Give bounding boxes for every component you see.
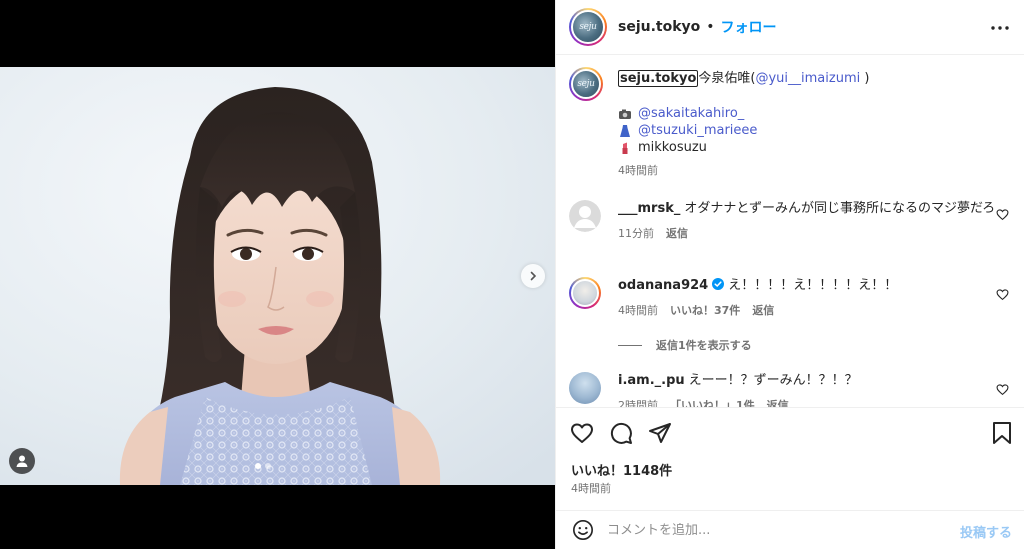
comment-likes[interactable]: いいね！37件 <box>670 302 740 320</box>
replies-divider <box>618 344 642 346</box>
lipstick-icon <box>622 142 628 154</box>
reply-button[interactable]: 返信 <box>767 397 789 407</box>
comment-time: 4時間前 <box>618 304 658 317</box>
author-username[interactable]: seju.tokyo <box>618 19 700 35</box>
more-options-button[interactable] <box>989 17 1011 39</box>
heart-icon <box>571 423 593 443</box>
like-button[interactable] <box>569 420 595 446</box>
comment-composer: 投稿する <box>556 510 1024 549</box>
caption-mention[interactable]: @yui__imaizumi <box>755 71 860 86</box>
default-avatar-icon <box>569 200 601 232</box>
caption-text-prefix: 今泉佑唯( <box>698 71 756 86</box>
credit-stylist[interactable]: @tsuzuki_marieee <box>638 122 757 139</box>
post-dialog: seju seju.tokyo • フォロー seju seju.tokyo 今泉… <box>0 0 1024 549</box>
commenter-avatar[interactable] <box>569 200 601 232</box>
author-avatar[interactable]: seju <box>569 8 607 46</box>
heart-icon[interactable] <box>996 208 1009 221</box>
header-separator: • <box>706 19 715 35</box>
caption: seju.tokyo 今泉佑唯(@yui__imaizumi ) @sakaita… <box>618 70 1008 180</box>
caption-text-suffix: ) <box>860 71 870 86</box>
credit-makeup: mikkosuzu <box>638 140 707 155</box>
post-header: seju seju.tokyo • フォロー <box>556 0 1024 55</box>
caption-avatar[interactable]: seju <box>569 67 603 101</box>
reply-button[interactable]: 返信 <box>752 302 774 320</box>
commenter-avatar[interactable] <box>569 277 601 309</box>
likes-count[interactable]: いいね！1148件 <box>571 460 672 479</box>
comment-time: 11分前 <box>618 227 654 240</box>
bookmark-icon <box>993 422 1011 444</box>
carousel-dot <box>265 463 271 469</box>
caption-time: 4時間前 <box>618 164 658 177</box>
comment-input[interactable] <box>607 522 947 538</box>
follow-button[interactable]: フォロー <box>721 17 777 37</box>
view-replies-label: 返信1件を表示する <box>656 339 752 352</box>
credit-photographer[interactable]: @sakaitakahiro_ <box>638 105 744 122</box>
comment-time: 2時間前 <box>618 399 658 407</box>
heart-icon[interactable] <box>996 288 1009 301</box>
comment-username[interactable]: i.am._.pu <box>618 373 685 388</box>
comment-text: オダナナとずーみんが同じ事務所になるのマジ夢だろ <box>684 201 996 216</box>
heart-icon[interactable] <box>996 383 1009 396</box>
smiley-icon <box>573 520 593 540</box>
media-viewer <box>0 0 555 549</box>
more-horizontal-icon <box>991 26 1009 30</box>
post-side-panel: seju seju.tokyo • フォロー seju seju.tokyo 今泉… <box>555 0 1024 549</box>
view-replies-button[interactable]: 返信1件を表示する <box>618 337 752 353</box>
carousel-indicator <box>255 463 271 469</box>
comment-username[interactable]: ___mrsk_ <box>618 201 680 216</box>
comment-button[interactable] <box>608 420 634 446</box>
next-image-button[interactable] <box>521 264 545 288</box>
comment-text: えーー！？ずーみん！？！？ <box>688 373 858 388</box>
caption-username[interactable]: seju.tokyo <box>618 70 699 87</box>
avatar-logo: seju <box>577 79 595 89</box>
commenter-avatar[interactable] <box>569 372 601 404</box>
reply-button[interactable]: 返信 <box>666 225 688 243</box>
comment-bubble-icon <box>610 422 632 444</box>
credit-line: @tsuzuki_marieee <box>618 122 1008 139</box>
post-photo[interactable] <box>0 67 555 485</box>
comment-likes[interactable]: 「いいね！」1件 <box>670 397 755 407</box>
share-button[interactable] <box>647 420 673 446</box>
post-time: 4時間前 <box>571 482 611 495</box>
paper-plane-icon <box>649 423 671 443</box>
comment-text: え！！！！え！！！！え！！ <box>728 278 898 293</box>
verified-badge-icon <box>712 278 725 290</box>
avatar-logo: seju <box>579 22 597 32</box>
credit-line: @sakaitakahiro_ <box>618 105 1008 122</box>
tagged-users-button[interactable] <box>9 448 35 474</box>
comment-username[interactable]: odanana924 <box>618 278 708 293</box>
carousel-dot-active <box>255 463 261 469</box>
comments-list[interactable]: seju seju.tokyo 今泉佑唯(@yui__imaizumi ) @sa… <box>556 56 1024 407</box>
emoji-button[interactable] <box>571 518 595 542</box>
post-actions: いいね！1148件 4時間前 <box>556 407 1024 503</box>
credit-line: mikkosuzu <box>618 139 1008 156</box>
camera-icon <box>619 109 631 119</box>
dress-icon <box>620 124 630 137</box>
post-comment-button[interactable]: 投稿する <box>960 522 1012 541</box>
chevron-right-icon <box>530 271 537 281</box>
user-icon <box>16 455 28 467</box>
save-button[interactable] <box>989 420 1015 446</box>
